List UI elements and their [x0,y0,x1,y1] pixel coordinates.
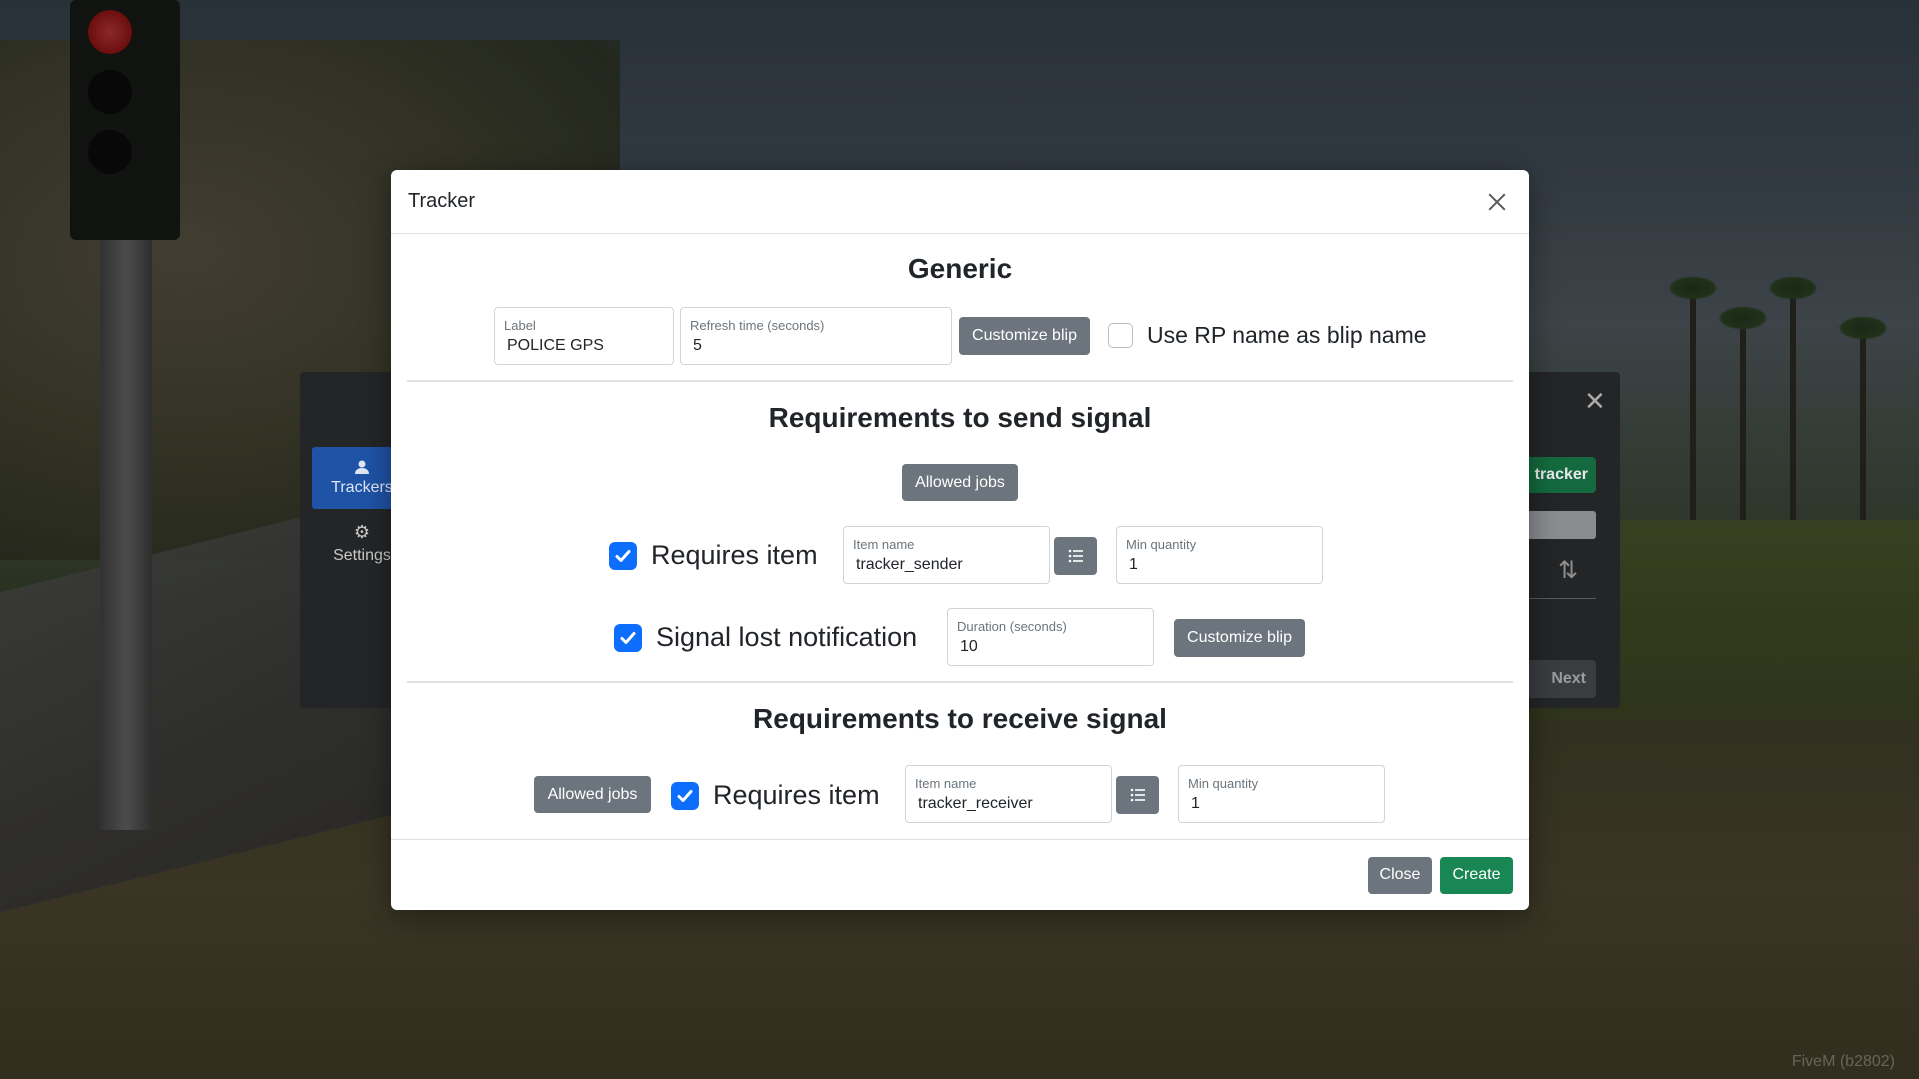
customize-blip-button[interactable]: Customize blip [959,317,1090,355]
allowed-jobs-button[interactable]: Allowed jobs [902,464,1018,501]
receive-heading: Requirements to receive signal [753,703,1167,734]
modal-footer: Close Create [391,839,1529,910]
sidebar-item-label: Settings [333,546,391,564]
list-icon [1068,549,1083,563]
checkbox-box[interactable] [1108,323,1133,348]
list-icon [1130,788,1145,802]
signal-lost-checkbox[interactable]: Signal lost notification [614,622,917,653]
user-icon [355,460,369,474]
min-quantity-label: Min quantity [1188,776,1259,791]
close-icon[interactable] [1482,187,1512,217]
refresh-time-label: Refresh time (seconds) [690,318,825,333]
refresh-time-field[interactable]: Refresh time (seconds) 5 [680,307,952,365]
item-name-label: Item name [853,537,915,552]
label-field-value: POLICE GPS [507,337,604,354]
next-button[interactable]: Next [1520,660,1596,698]
close-button[interactable]: Close [1368,856,1432,894]
item-name-value: tracker_sender [856,556,963,573]
tracker-modal: Tracker Generic Label POLICE GPS Refresh… [391,170,1529,910]
check-icon [615,549,631,562]
item-list-button[interactable] [1054,537,1097,575]
duration-label: Duration (seconds) [957,619,1067,634]
min-quantity-value: 1 [1129,556,1138,573]
duration-value: 10 [960,638,978,655]
sidebar-item-label: Trackers [331,479,393,496]
search-input[interactable] [1520,511,1596,539]
sort-icon[interactable]: ⇅ [1558,556,1578,585]
checkbox-box[interactable] [614,623,642,652]
min-quantity-field[interactable]: Min quantity 1 [1178,765,1385,823]
close-icon[interactable]: ✕ [1584,386,1606,417]
modal-title: Tracker [408,190,476,212]
item-name-label: Item name [915,776,977,791]
generic-heading: Generic [907,253,1013,284]
min-quantity-label: Min quantity [1126,537,1197,552]
refresh-time-value: 5 [693,337,702,354]
new-tracker-button[interactable]: tracker [1520,457,1596,493]
fivem-watermark: FiveM (b2802) [1791,1053,1895,1070]
use-rp-name-checkbox[interactable]: Use RP name as blip name [1108,322,1427,349]
use-rp-name-label: Use RP name as blip name [1147,322,1427,348]
item-name-field[interactable]: Item name tracker_sender [843,526,1050,584]
send-heading: Requirements to send signal [768,402,1152,433]
requires-item-label: Requires item [713,780,880,810]
check-icon [677,789,693,802]
requires-item-checkbox[interactable]: Requires item [671,780,880,811]
signal-lost-label: Signal lost notification [656,622,918,652]
min-quantity-value: 1 [1191,795,1200,812]
create-button[interactable]: Create [1440,856,1513,894]
customize-blip-button[interactable]: Customize blip [1174,619,1305,657]
item-name-value: tracker_receiver [918,795,1033,812]
item-name-field[interactable]: Item name tracker_receiver [905,765,1112,823]
item-list-button[interactable] [1116,776,1159,814]
check-icon [620,631,636,644]
allowed-jobs-button[interactable]: Allowed jobs [534,776,651,813]
gear-icon: ⚙ [353,521,371,542]
requires-item-label: Requires item [651,540,818,570]
requires-item-checkbox[interactable]: Requires item [609,540,818,571]
label-field-label: Label [504,318,536,333]
divider [407,681,1513,683]
checkbox-box[interactable] [609,541,637,570]
checkbox-box[interactable] [671,781,699,810]
modal-header: Tracker [391,170,1529,234]
duration-field[interactable]: Duration (seconds) 10 [947,608,1154,666]
divider [1520,598,1596,599]
divider [407,380,1513,382]
min-quantity-field[interactable]: Min quantity 1 [1116,526,1323,584]
label-field[interactable]: Label POLICE GPS [494,307,674,365]
